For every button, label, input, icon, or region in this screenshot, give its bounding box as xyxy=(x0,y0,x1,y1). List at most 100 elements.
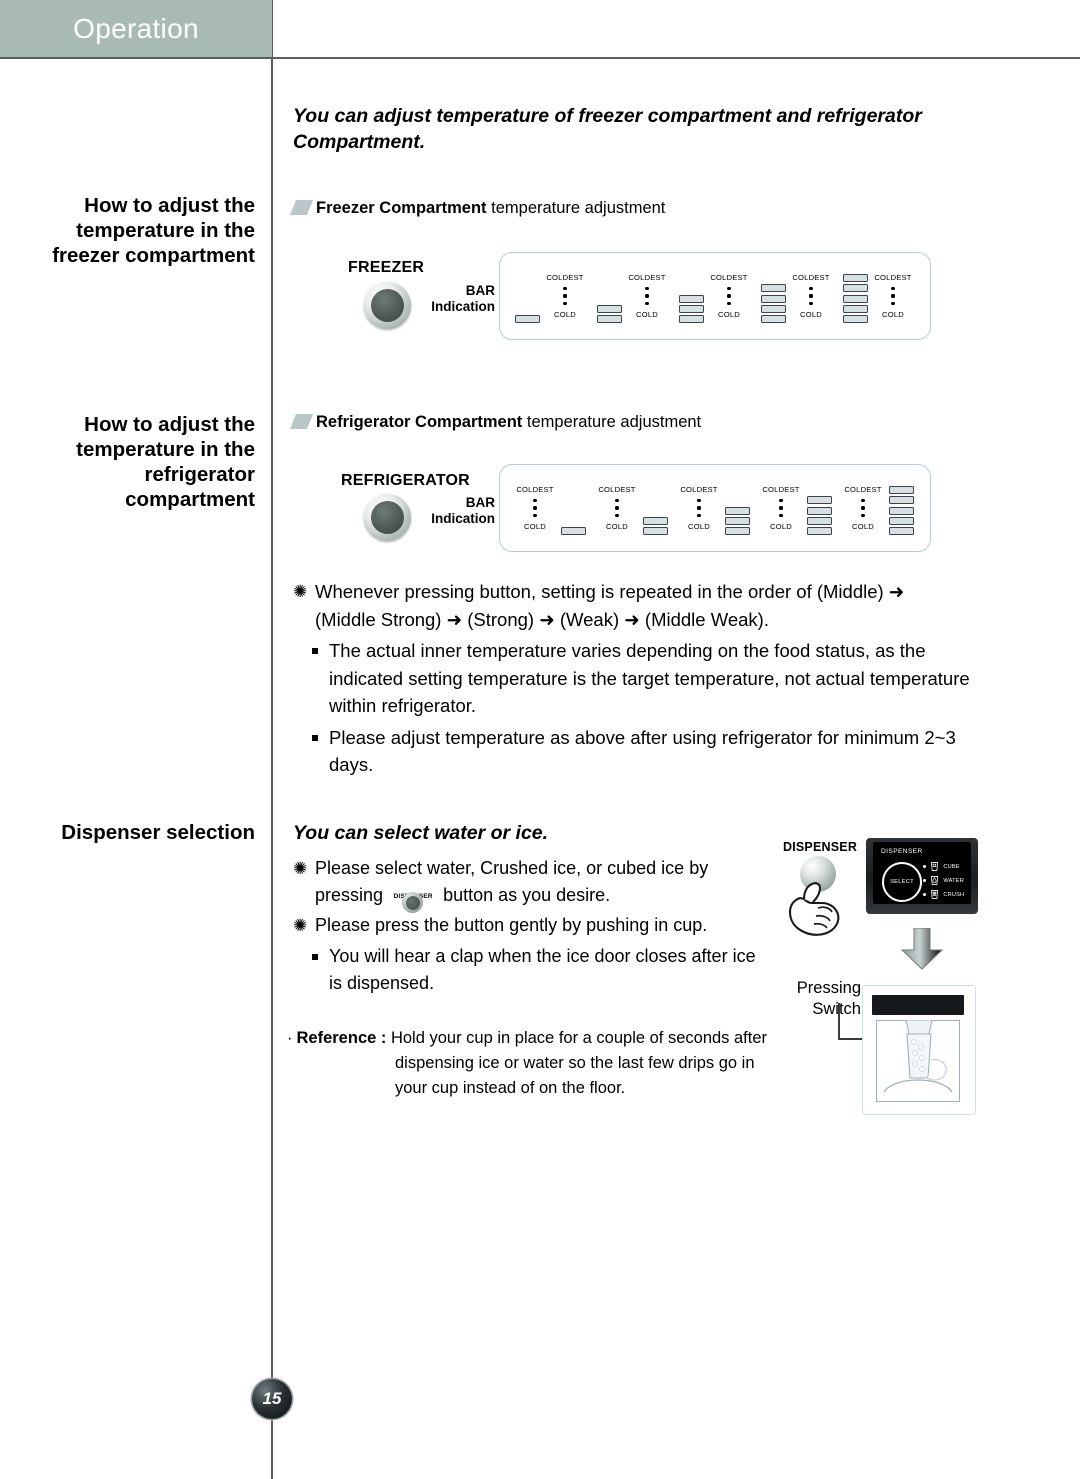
scale-dot-icon xyxy=(563,301,567,306)
sidebar-heading-freezer: How to adjust the temperature in the fre… xyxy=(52,194,255,267)
cold-label: COLD xyxy=(718,309,740,319)
bar-indication-group: COLDEST COLD xyxy=(840,465,916,551)
asterisk-icon: ✺ xyxy=(293,582,308,601)
indicator-bar xyxy=(560,527,586,535)
scale-dot-icon xyxy=(697,513,701,518)
indicator-bar xyxy=(596,304,622,313)
pressing-switch-label: Pressing Switch xyxy=(765,978,861,1020)
bar-indication-label-refrigerator: BAR Indication xyxy=(405,495,495,527)
scale-dot-icon xyxy=(727,294,731,298)
dispenser-display-strip xyxy=(872,995,964,1015)
reference-dot-icon: · xyxy=(287,1029,293,1047)
dispenser-option-water[interactable]: WATER xyxy=(923,874,964,887)
bar-indication-label-freezer: BAR Indication xyxy=(405,283,495,315)
dispenser-option-cube-label: CUBE xyxy=(943,863,960,870)
scale-dot-icon xyxy=(779,498,783,503)
dispenser-item-1: ✺ Please select water, Crushed ice, or c… xyxy=(293,855,763,913)
reference-label: Reference : xyxy=(296,1029,387,1047)
cold-label: COLD xyxy=(882,309,904,319)
indicator-bar xyxy=(888,506,914,515)
note-bullet-1-text: The actual inner temperature varies depe… xyxy=(329,640,970,716)
dispenser-panel-title: DISPENSER xyxy=(881,848,923,855)
reference-note: · Reference : Hold your cup in place for … xyxy=(287,1026,787,1101)
bar-indication-group: COLDEST COLD xyxy=(676,465,752,551)
bar-scale-labels: COLDEST COLD xyxy=(594,485,640,530)
note-order-item: ✺ Whenever pressing button, setting is r… xyxy=(293,578,1003,633)
scale-dot-icon xyxy=(891,286,895,291)
indicator-bar xyxy=(842,294,868,303)
square-bullet-icon xyxy=(312,954,318,960)
indicator-bar xyxy=(678,294,704,303)
bar-stack xyxy=(512,269,542,323)
bar-indication-group: COLDEST COLD xyxy=(512,253,588,339)
bar-stack xyxy=(804,481,834,535)
dispenser-option-cube[interactable]: CUBE xyxy=(923,860,964,873)
scale-dot-icon xyxy=(615,513,619,518)
sidebar-heading-dispenser: Dispenser selection xyxy=(61,821,255,844)
bar-indication-group: COLDEST COLD xyxy=(676,253,752,339)
reference-line-1: Hold your cup in place for a couple of s… xyxy=(390,1029,768,1047)
scale-dot-icon xyxy=(779,513,783,518)
scale-dot-icon xyxy=(563,294,567,298)
sidebar-heading-refrigerator: How to adjust the temperature in the ref… xyxy=(76,413,255,511)
dispenser-option-crush-label: CRUSH xyxy=(943,891,965,898)
dispenser-item-1-post: button as you desire. xyxy=(443,885,611,905)
scale-dot-icon xyxy=(645,294,649,298)
hand-pressing-icon xyxy=(788,882,840,936)
indicator-bar xyxy=(842,284,868,293)
dispenser-option-crush[interactable]: CRUSH xyxy=(923,888,964,901)
freezer-knob-button[interactable] xyxy=(364,282,411,329)
refrigerator-knob-button[interactable] xyxy=(364,494,411,541)
coldest-label: COLDEST xyxy=(710,273,748,283)
bar-indication-freezer-line1: BAR xyxy=(465,283,495,298)
dispenser-item-2: ✺ Please press the button gently by push… xyxy=(293,912,763,939)
bar-stack xyxy=(758,269,788,323)
indicator-bar xyxy=(678,304,704,313)
pressing-switch-line2: Switch xyxy=(812,1000,861,1018)
bar-stack xyxy=(640,481,670,535)
indicator-bar xyxy=(678,315,704,323)
down-arrow-icon xyxy=(900,928,944,970)
cold-label: COLD xyxy=(770,521,792,531)
indicator-bar xyxy=(888,486,914,495)
bar-indication-refrigerator-line1: BAR xyxy=(465,495,495,510)
scale-dot-icon xyxy=(727,286,731,291)
coldest-label: COLDEST xyxy=(598,485,636,495)
indicator-bar xyxy=(642,527,668,535)
coldest-label: COLDEST xyxy=(516,485,554,495)
coldest-label: COLDEST xyxy=(844,485,882,495)
dispenser-select-button[interactable]: SELECT xyxy=(882,862,922,902)
indicator-bar xyxy=(642,516,668,525)
asterisk-icon: ✺ xyxy=(293,916,308,935)
scale-dot-icon xyxy=(891,301,895,306)
pressing-switch-illustration xyxy=(862,985,976,1115)
indicator-bar xyxy=(806,506,832,515)
bar-scale-labels: COLDEST COLD xyxy=(758,485,804,530)
note-bullet-2-text: Please adjust temperature as above after… xyxy=(329,726,956,776)
cube-ice-glass-icon xyxy=(931,862,939,871)
indicator-bar xyxy=(806,527,832,535)
water-glass-icon xyxy=(931,876,939,885)
note-bullet-1: The actual inner temperature varies depe… xyxy=(293,637,1003,720)
dispenser-subitem: You will hear a clap when the ice door c… xyxy=(293,943,763,997)
cup-and-hand-icon xyxy=(883,1020,953,1093)
section-label-refrigerator-rest: temperature adjustment xyxy=(522,413,702,431)
page-number: 15 xyxy=(262,1389,282,1408)
led-indicator-icon xyxy=(923,892,927,897)
note-bullet-2: Please adjust temperature as above after… xyxy=(293,724,1003,779)
page-title: Operation xyxy=(73,12,199,44)
cold-label: COLD xyxy=(800,309,822,319)
top-horizontal-rule xyxy=(0,57,1080,59)
indicator-bar xyxy=(596,315,622,323)
scale-dot-icon xyxy=(809,294,813,298)
inline-dispenser-select-button[interactable]: DISPENSER xyxy=(390,884,436,913)
indicator-bar xyxy=(888,527,914,535)
bar-scale-labels: COLDEST COLD xyxy=(788,273,834,318)
square-bullet-icon xyxy=(312,734,318,741)
bar-scale-labels: COLDEST COLD xyxy=(870,273,916,318)
bar-indication-freezer-line2: Indication xyxy=(431,299,495,314)
bar-scale-labels: COLDEST COLD xyxy=(624,273,670,318)
dispenser-instructions: ✺ Please select water, Crushed ice, or c… xyxy=(293,855,763,997)
intro-heading: You can adjust temperature of freezer co… xyxy=(293,105,922,153)
coldest-label: COLDEST xyxy=(546,273,584,283)
